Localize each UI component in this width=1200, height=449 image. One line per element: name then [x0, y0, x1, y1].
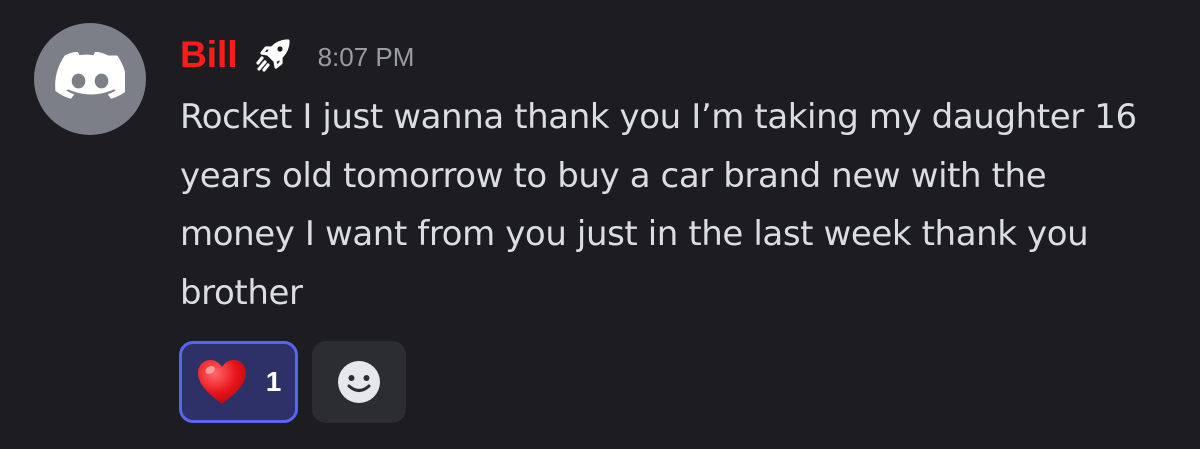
rocket-icon[interactable]	[254, 35, 294, 75]
username[interactable]: Bill	[180, 30, 238, 80]
discord-logo-icon	[55, 52, 125, 99]
chat-message: Bill 8:07 PM Rocket I just wanna thank y…	[0, 0, 1200, 449]
heart-icon	[197, 360, 246, 404]
smiley-icon	[338, 361, 380, 403]
message-header: Bill 8:07 PM	[180, 30, 414, 80]
avatar[interactable]	[34, 23, 146, 135]
reactions-bar: 1	[179, 341, 406, 423]
add-reaction-button[interactable]	[312, 341, 406, 423]
message-content: Rocket I just wanna thank you I’m taking…	[180, 97, 1137, 313]
reaction-heart[interactable]: 1	[179, 341, 298, 423]
timestamp[interactable]: 8:07 PM	[318, 28, 415, 82]
reaction-count: 1	[265, 366, 282, 397]
